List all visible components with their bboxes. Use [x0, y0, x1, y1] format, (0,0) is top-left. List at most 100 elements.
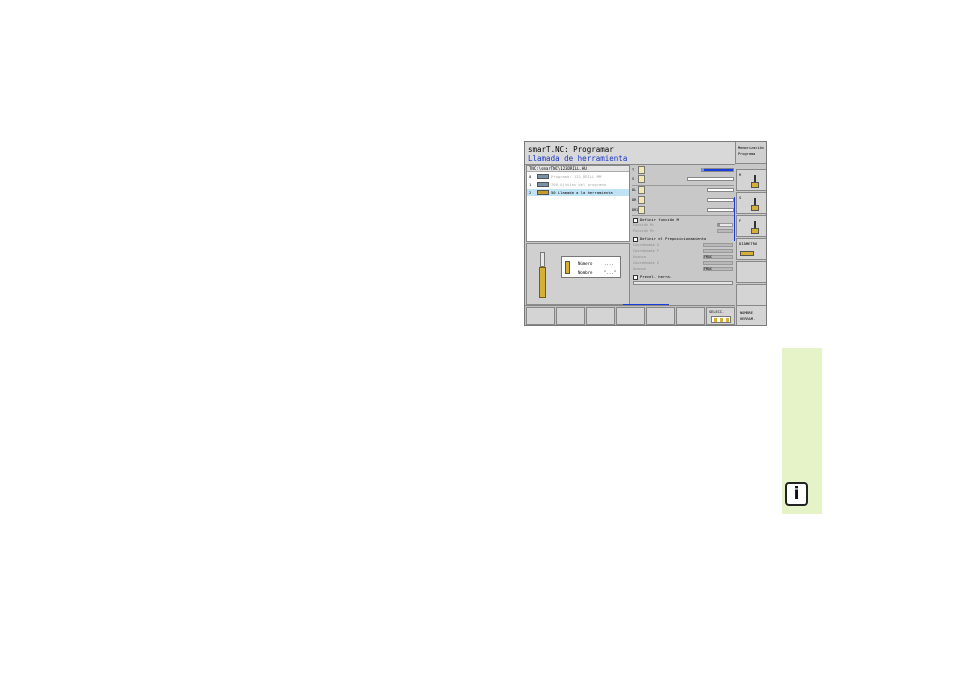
softkey-tool-name[interactable]: NOMBRE HERRAM. — [736, 305, 766, 325]
tool-radius-icon — [751, 175, 759, 188]
drill-tool-icon — [539, 252, 546, 298]
prepos-field-label: Coordenada Y — [633, 249, 659, 253]
softkey-f[interactable]: F — [736, 215, 766, 237]
tool-number-label: Número — [578, 261, 593, 266]
softkey-empty[interactable] — [736, 261, 766, 283]
tree-row-selected[interactable]: 2 50 Llamada a la herramienta — [527, 189, 629, 196]
softkey-s[interactable]: S — [736, 192, 766, 214]
softkey-label: DIÁMETRO — [739, 241, 758, 246]
prepos-field-label: Avance — [633, 255, 646, 259]
prepos-section[interactable]: Definir el Prеposicionamiento — [633, 236, 706, 242]
length-icon — [638, 186, 645, 194]
m-function-section[interactable]: Definir función M — [633, 217, 679, 223]
dr2-input[interactable] — [707, 208, 734, 212]
m-field2-label: Función M: — [633, 229, 655, 233]
softkey-empty[interactable] — [736, 284, 766, 306]
program-icon — [537, 174, 549, 179]
softkey-empty[interactable] — [646, 307, 675, 325]
softkey-label: R — [739, 172, 742, 177]
softkey-label: HERRAM. — [740, 317, 756, 321]
prepos-field-label: Avance — [633, 267, 646, 271]
preselect-section[interactable]: Preсel. herra. — [633, 274, 672, 280]
softkey-r[interactable]: R — [736, 169, 766, 191]
tool-info-card: Número .... Nombre "..." — [561, 256, 621, 278]
dr2-row: DR2 — [631, 205, 735, 215]
tool-table-icon — [711, 316, 731, 323]
tool-name-label: Nombre — [578, 270, 593, 275]
softkey-label: S — [739, 195, 742, 200]
softkey-select[interactable]: SELECC. — [706, 307, 735, 325]
info-icon: i — [785, 482, 808, 506]
s-input[interactable] — [687, 177, 734, 181]
tree-row-text: Programa: 123_DRILL MM — [551, 174, 602, 179]
tool-number-value: .... — [604, 261, 614, 266]
tree-row-number: 0 — [529, 174, 532, 179]
softkey-empty[interactable] — [676, 307, 705, 325]
dl-label: DL — [632, 188, 637, 192]
softkey-empty[interactable] — [556, 307, 585, 325]
radius-icon — [638, 196, 645, 204]
page-subtitle: Llamada de herramienta — [528, 154, 628, 163]
feed-icon — [751, 221, 759, 234]
tree-row-number: 1 — [529, 182, 532, 187]
preselect-input[interactable] — [633, 281, 733, 285]
softkey-label: SELECC. — [709, 310, 725, 314]
s-label: S — [632, 177, 635, 181]
help-graphic-pane: Número .... Nombre "..." — [526, 243, 630, 305]
checkbox[interactable] — [633, 217, 638, 223]
bottom-softkey-bar: SELECC. — [525, 305, 735, 325]
prepos-field-input[interactable] — [703, 243, 733, 247]
dr-row: DR — [631, 195, 735, 205]
softkey-label: NOMBRE — [740, 311, 753, 315]
prepos-section-label: Definir el Prеposicionamiento — [640, 236, 707, 241]
prepos-field-input[interactable] — [703, 249, 733, 253]
softkey-diametro[interactable]: DIÁMETRO — [736, 238, 766, 261]
m-section-label: Definir función M — [640, 217, 679, 222]
t-label: T — [632, 168, 635, 172]
dl-row: DL — [631, 185, 735, 195]
tool-call-icon — [537, 190, 549, 195]
settings-block-icon — [537, 182, 549, 187]
prepos-field-input[interactable]: FMAX — [703, 267, 733, 271]
dl-input[interactable] — [707, 188, 734, 192]
dr-label: DR — [632, 198, 637, 202]
diameter-icon — [740, 248, 762, 261]
prepos-field-label: Coordenada Z — [633, 261, 659, 265]
prepos-field-label: Coordenada X — [633, 243, 659, 247]
side-margin-tab: i — [782, 348, 822, 514]
tree-row-text: 700 Ajustes del programa — [551, 182, 606, 187]
tool-icon — [638, 166, 645, 174]
softkey-empty[interactable] — [526, 307, 555, 325]
page-title: smarT.NC: Programar — [528, 145, 614, 154]
prepos-field-input[interactable]: FMAX — [703, 255, 733, 259]
spindle-icon — [638, 175, 645, 183]
radius2-icon — [638, 206, 645, 214]
softkey-label: F — [739, 218, 742, 223]
title-bar: smarT.NC: Programar Llamada de herramien… — [525, 142, 735, 165]
preselect-section-label: Preсel. herra. — [640, 274, 673, 279]
softkey-empty[interactable] — [586, 307, 615, 325]
tree-row-text: 50 Llamada a la herramienta — [551, 190, 613, 195]
m-field2-input[interactable] — [717, 229, 733, 233]
softkey-empty[interactable] — [616, 307, 645, 325]
machine-mode-box: Memorización Programa — [735, 142, 766, 164]
tnc-screen: smarT.NC: Programar Llamada de herramien… — [524, 141, 767, 326]
program-tree[interactable]: TNC:\smarTNC\123DRILL.HU 0 Programa: 123… — [526, 165, 630, 242]
prepos-field-input[interactable] — [703, 261, 733, 265]
tree-row-number: 2 — [529, 190, 532, 195]
checkbox[interactable] — [633, 274, 638, 280]
checkbox[interactable] — [633, 236, 638, 242]
tree-path: TNC:\smarTNC\123DRILL.HU — [527, 166, 629, 172]
tool-call-form: T 0 S DL DR DR2 Definir función M Funció… — [631, 165, 735, 305]
divider — [632, 215, 734, 216]
dr-input[interactable] — [707, 198, 734, 202]
mode-line-2: Programa — [738, 152, 756, 156]
tree-row[interactable]: 1 700 Ajustes del programa — [527, 181, 629, 188]
form-scrollbar[interactable] — [734, 197, 735, 241]
t-input[interactable]: 0 — [701, 168, 734, 172]
s-row: S — [631, 174, 735, 184]
spindle-speed-icon — [751, 198, 759, 211]
tool-name-value: "..." — [604, 270, 617, 275]
m-field1-input[interactable]: 0 — [717, 223, 733, 227]
tree-row[interactable]: 0 Programa: 123_DRILL MM — [527, 173, 629, 180]
